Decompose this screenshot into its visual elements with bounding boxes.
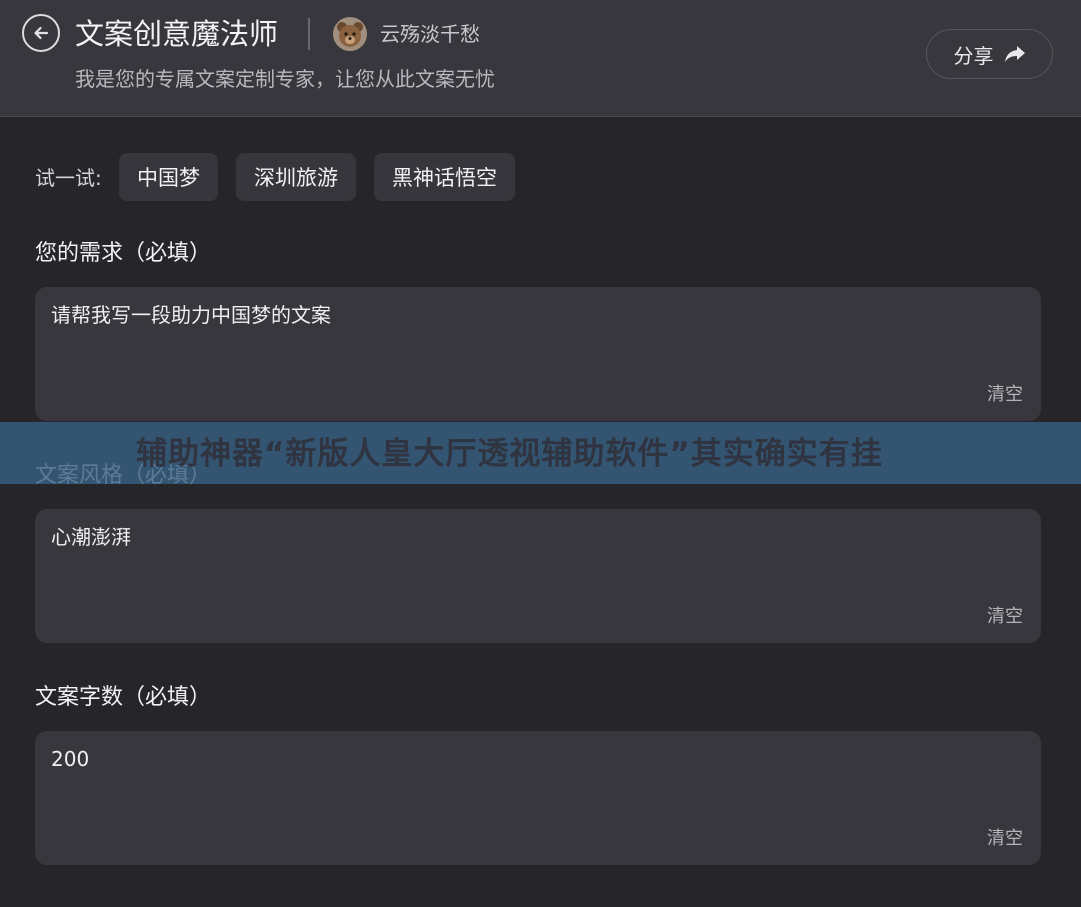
page: 文案创意魔法师 云殇淡千愁 我是您的专属文案定制专家，让您从此文案无忧 分享 试… — [0, 0, 1081, 907]
requirement-input[interactable]: 请帮我写一段助力中国梦的文案 清空 — [35, 287, 1041, 421]
avatar[interactable] — [333, 17, 367, 51]
clear-style-button[interactable]: 清空 — [987, 605, 1023, 629]
bear-avatar-icon — [333, 17, 367, 51]
clear-requirement-button[interactable]: 清空 — [987, 383, 1023, 407]
requirement-value[interactable]: 请帮我写一段助力中国梦的文案 — [51, 301, 331, 329]
banner-text: 辅助神器“新版人皇大厅透视辅助软件”其实确实有挂 — [136, 436, 883, 472]
word-count-label: 文案字数（必填） — [35, 685, 212, 710]
page-subtitle: 我是您的专属文案定制专家，让您从此文案无忧 — [75, 67, 495, 91]
header-bar: 文案创意魔法师 云殇淡千愁 我是您的专属文案定制专家，让您从此文案无忧 分享 — [0, 0, 1081, 117]
page-title: 文案创意魔法师 — [75, 17, 279, 51]
suggestion-chip[interactable]: 黑神话悟空 — [374, 153, 515, 201]
clear-word-count-button[interactable]: 清空 — [987, 827, 1023, 851]
share-label: 分享 — [953, 43, 994, 68]
author-name[interactable]: 云殇淡千愁 — [380, 20, 480, 48]
requirement-label: 您的需求（必填） — [35, 241, 212, 266]
style-value[interactable]: 心潮澎湃 — [51, 523, 131, 551]
back-button[interactable] — [22, 14, 60, 52]
share-arrow-icon — [1004, 46, 1025, 62]
suggestion-chip[interactable]: 深圳旅游 — [236, 153, 356, 201]
title-divider — [308, 18, 310, 50]
try-label: 试一试: — [35, 166, 102, 190]
word-count-input[interactable]: 200 清空 — [35, 731, 1041, 865]
word-count-value[interactable]: 200 — [51, 745, 89, 773]
share-button[interactable]: 分享 — [926, 29, 1053, 79]
arrow-left-icon — [34, 26, 49, 40]
suggestion-chip[interactable]: 中国梦 — [119, 153, 218, 201]
style-input[interactable]: 心潮澎湃 清空 — [35, 509, 1041, 643]
overlay-banner: 辅助神器“新版人皇大厅透视辅助软件”其实确实有挂 — [0, 422, 1081, 484]
